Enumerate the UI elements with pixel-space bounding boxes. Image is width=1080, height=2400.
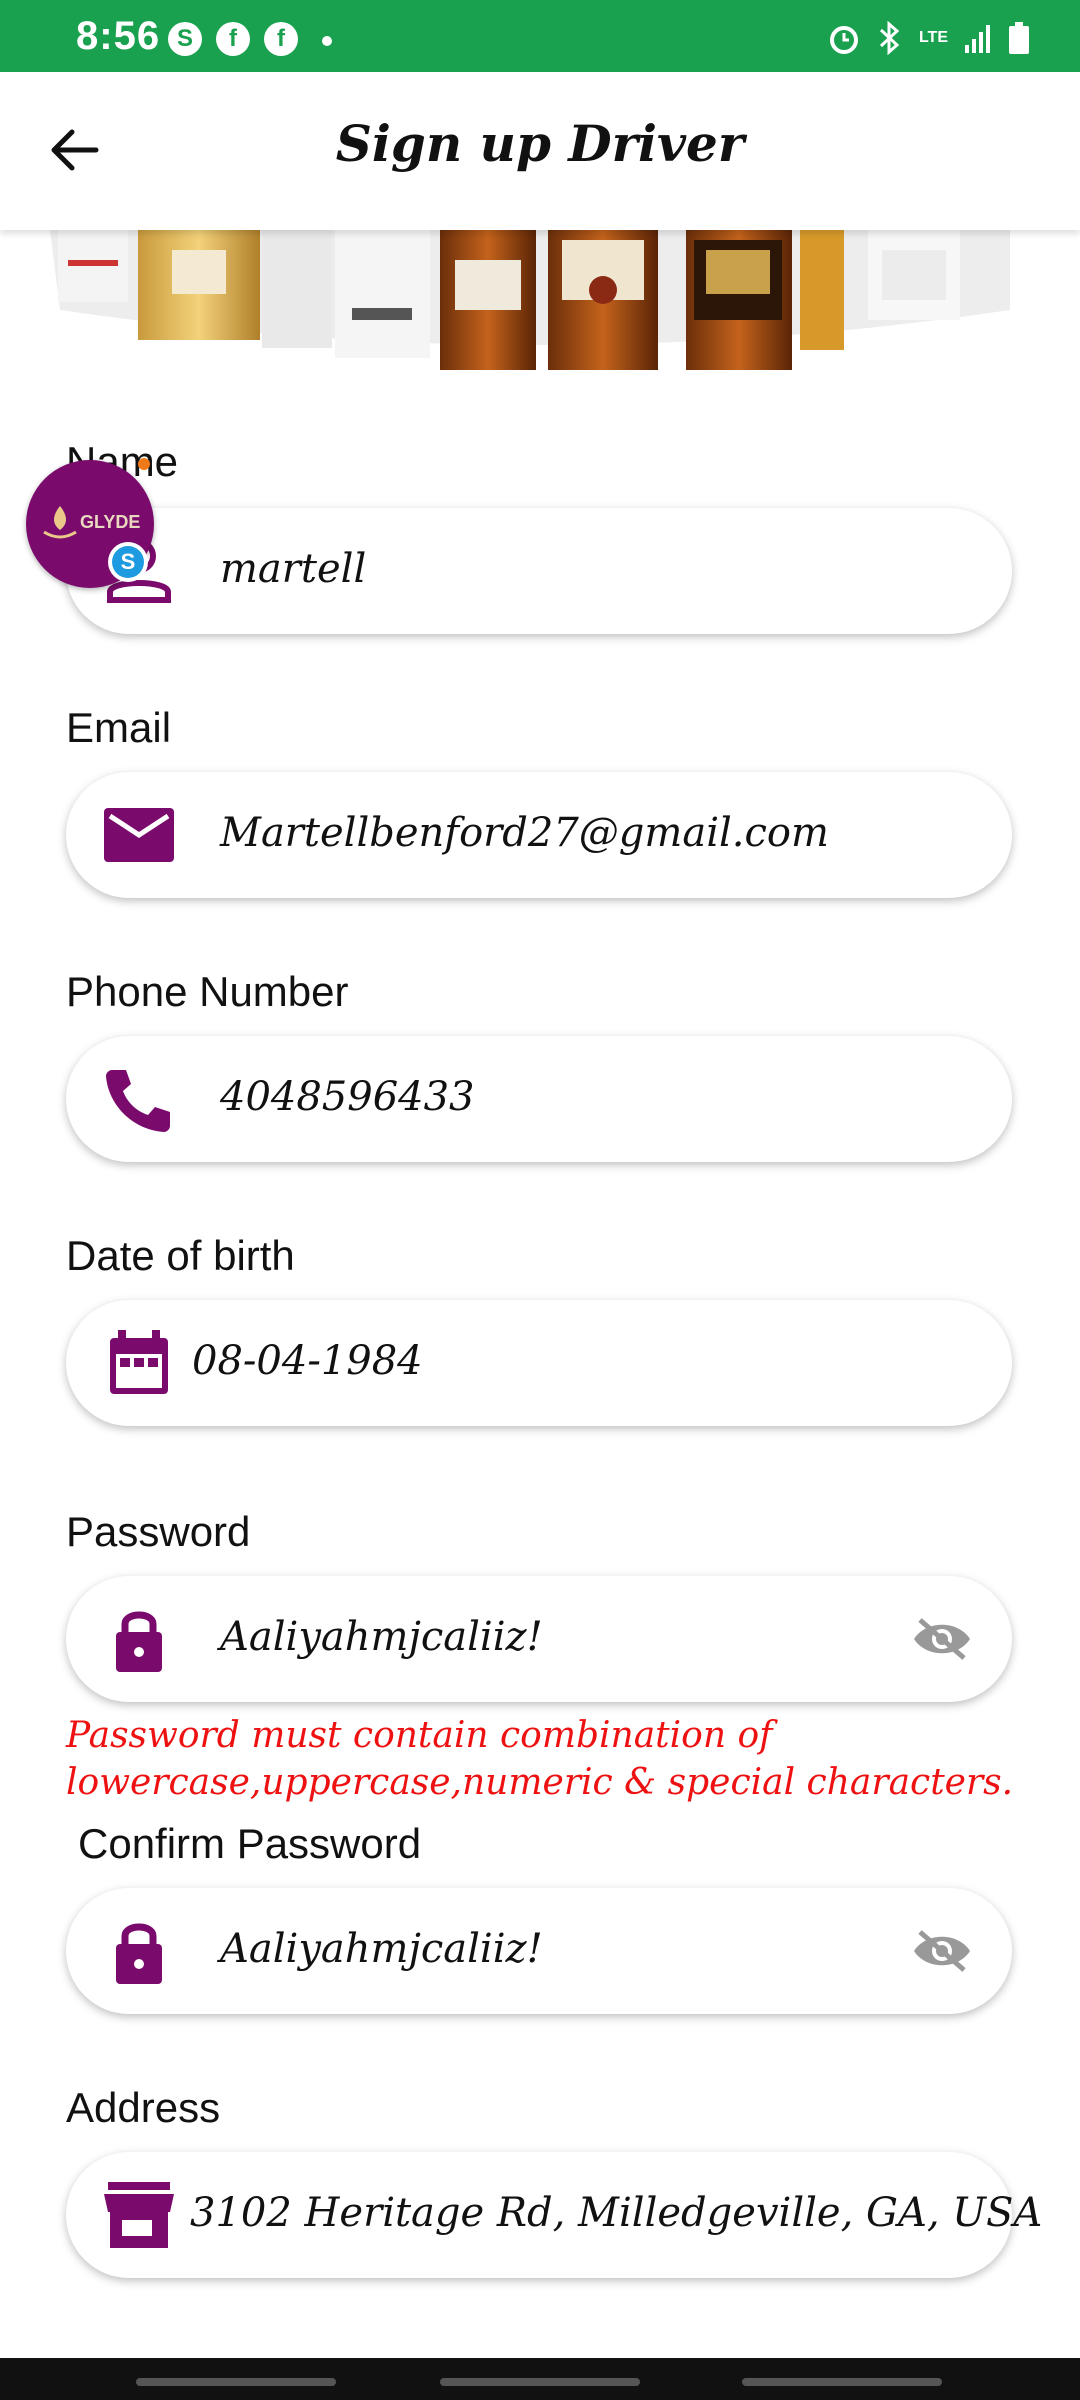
floating-chat-bubble[interactable]: GLYDE S [26, 458, 154, 588]
phone-icon [106, 1070, 170, 1132]
calendar-icon [110, 1330, 168, 1394]
address-label: Address [66, 2084, 221, 2131]
confirm-password-field[interactable]: Aaliyahmjcaliiz! [66, 1888, 1012, 2014]
more-notifications-dot [322, 36, 332, 46]
system-navigation-bar [0, 2358, 1080, 2400]
header-banner-image [0, 230, 1080, 370]
status-time: 8:56 [76, 14, 161, 58]
notification-dot [138, 458, 150, 470]
email-field[interactable]: Martellbenford27@gmail.com [66, 772, 1012, 898]
signal-icon [965, 25, 990, 53]
name-field[interactable]: martell [66, 508, 1012, 634]
network-type: LTE [918, 29, 948, 46]
battery-icon [1009, 22, 1029, 54]
facebook-notification-icon-2: f [264, 22, 298, 56]
confirm-password-label: Confirm Password [78, 1820, 422, 1867]
email-value: Martellbenford27@gmail.com [220, 810, 829, 856]
store-icon [104, 2182, 174, 2248]
page-title: Sign up Driver [335, 114, 745, 173]
phone-label: Phone Number [66, 968, 349, 1015]
dob-label: Date of birth [66, 1232, 295, 1279]
alarm-icon [829, 26, 858, 54]
status-bar: 8:56 S f f LTE [0, 0, 1080, 72]
logo-icon [43, 506, 77, 539]
email-label: Email [66, 704, 172, 751]
dob-value: 08-04-1984 [192, 1338, 423, 1384]
facebook-notification-icon: f [216, 22, 250, 56]
visibility-off-icon[interactable] [912, 1928, 972, 1974]
password-value: Aaliyahmjcaliiz! [220, 1614, 543, 1660]
address-value: 3102 Heritage Rd, Milledgeville, GA, USA [190, 2190, 1043, 2236]
phone-value: 4048596433 [220, 1074, 475, 1120]
lock-icon [116, 1611, 162, 1672]
name-value: martell [220, 546, 367, 592]
skype-badge-icon: S [108, 542, 148, 582]
dob-field[interactable]: 08-04-1984 [66, 1300, 1012, 1426]
address-field[interactable]: 3102 Heritage Rd, Milledgeville, GA, USA [66, 2152, 1042, 2278]
nav-home-gesture[interactable] [440, 2378, 640, 2386]
nav-back-gesture[interactable] [742, 2378, 942, 2386]
bluetooth-icon [879, 21, 900, 55]
logo-text: GLYDE [80, 512, 141, 532]
password-field[interactable]: Aaliyahmjcaliiz! [66, 1576, 1012, 1702]
mail-icon [104, 808, 174, 862]
lock-icon [116, 1923, 162, 1984]
app-bar: Sign up Driver [0, 72, 1080, 230]
nav-recent-gesture[interactable] [136, 2378, 336, 2386]
phone-field[interactable]: 4048596433 [66, 1036, 1012, 1162]
visibility-off-icon[interactable] [912, 1616, 972, 1662]
skype-notification-icon: S [168, 22, 202, 56]
password-label: Password [66, 1508, 251, 1555]
password-error-message: Password must contain combination of low… [66, 1715, 1014, 1803]
confirm-password-value: Aaliyahmjcaliiz! [220, 1926, 543, 1972]
